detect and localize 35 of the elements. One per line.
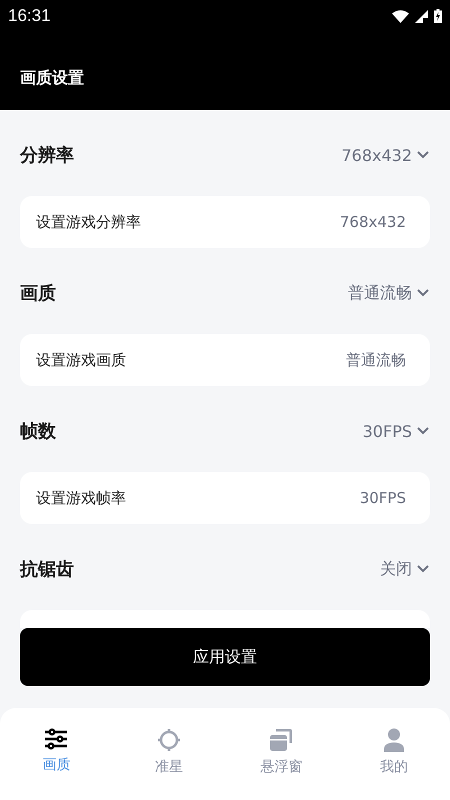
setting-dropdown[interactable]: 768x432 [341, 146, 430, 164]
windows-icon [269, 728, 294, 752]
wifi-icon [392, 10, 409, 22]
battery-icon [434, 9, 442, 23]
setting-label: 设置游戏分辨率 [36, 212, 141, 232]
setting-card[interactable]: 设置游戏分辨率 768x432 [20, 196, 430, 248]
apply-settings-button[interactable]: 应用设置 [20, 628, 430, 686]
setting-value: 768x432 [340, 213, 406, 231]
setting-dropdown[interactable]: 关闭 [380, 558, 430, 580]
sliders-icon [44, 728, 68, 750]
chevron-down-icon [416, 426, 430, 436]
setting-label: 设置游戏帧率 [36, 488, 126, 508]
person-icon [382, 728, 405, 752]
setting-heading: 分辨率 [20, 144, 74, 167]
page-title: 画质设置 [20, 68, 84, 89]
chevron-down-icon [416, 288, 430, 298]
setting-heading: 帧数 [20, 420, 56, 443]
chevron-down-icon [416, 150, 430, 160]
status-time: 16:31 [8, 6, 51, 26]
nav-tab[interactable]: 我的 [338, 708, 450, 800]
setting-value: 普通流畅 [346, 350, 406, 370]
setting-card[interactable]: 设置游戏帧率 30FPS [20, 472, 430, 524]
nav-tab[interactable]: 悬浮窗 [225, 708, 338, 800]
setting-label: 设置游戏画质 [36, 350, 126, 370]
setting-card[interactable]: 设置游戏画质 普通流畅 [20, 334, 430, 386]
chevron-down-icon [416, 564, 430, 574]
setting-dropdown[interactable]: 普通流畅 [348, 282, 430, 304]
setting-heading: 画质 [20, 282, 56, 305]
setting-heading: 抗锯齿 [20, 558, 74, 581]
setting-value: 30FPS [360, 489, 406, 507]
crosshair-icon [156, 728, 181, 752]
nav-tab[interactable]: 准星 [112, 708, 225, 800]
nav-tab[interactable]: 画质 [0, 708, 112, 800]
signal-icon [415, 10, 428, 22]
setting-dropdown[interactable]: 30FPS [362, 422, 430, 440]
